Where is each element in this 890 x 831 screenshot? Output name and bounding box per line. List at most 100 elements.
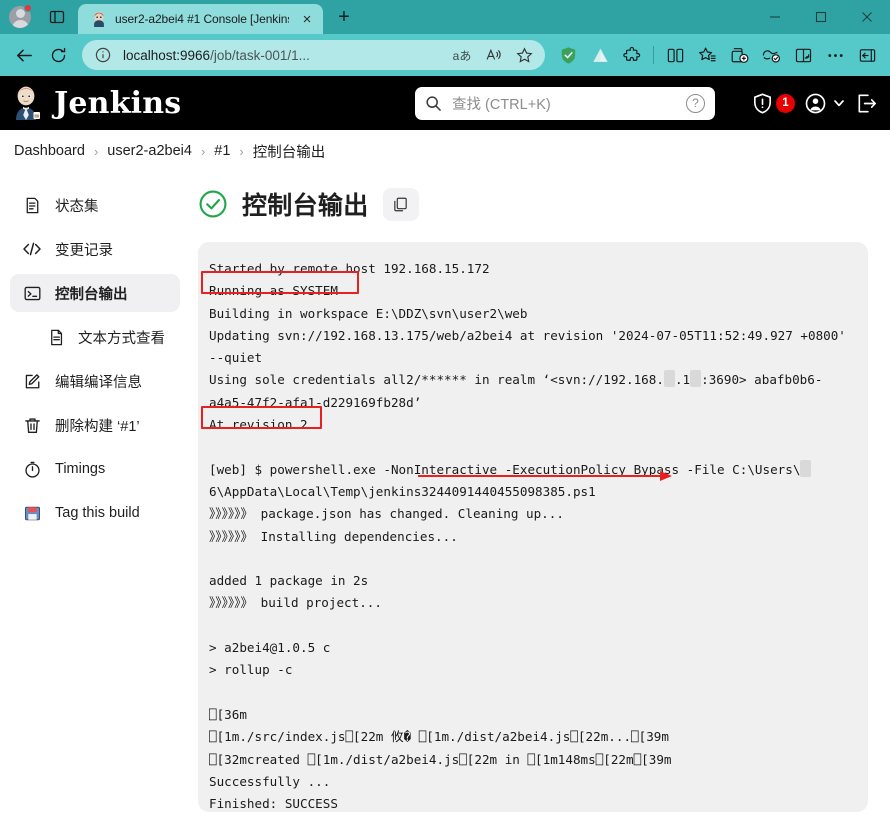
star-icon[interactable]	[513, 44, 535, 66]
sidebar-item-status[interactable]: 状态集	[10, 186, 180, 224]
split-screen-icon[interactable]	[660, 40, 690, 70]
console-line: At revision 2	[209, 417, 308, 433]
back-button[interactable]	[8, 39, 40, 71]
redaction-block	[663, 370, 675, 388]
url-host: localhost:9966	[123, 47, 211, 63]
clock-icon	[22, 459, 42, 479]
sidebar-item-label: 文本方式查看	[78, 330, 165, 347]
sidebar-item-view-as-plain-text[interactable]: 文本方式查看	[10, 318, 180, 356]
new-tab-button[interactable]: +	[329, 2, 359, 32]
console-line: added 1 package in 2s	[209, 573, 369, 589]
browser-essentials-icon[interactable]	[788, 40, 818, 70]
console-line: Using sole credentials all2/****** in re…	[209, 370, 823, 410]
sidebar-item-tag-this-build[interactable]: Tag this build	[10, 494, 180, 532]
url-path: /job/task-001/1...	[210, 47, 310, 63]
search-input[interactable]: 查找 (CTRL+K) ?	[415, 86, 715, 120]
profile-button[interactable]	[0, 0, 40, 34]
console-output-text: Started by remote host 192.168.15.172 Run…	[209, 258, 852, 812]
reload-button[interactable]	[42, 39, 74, 71]
shield-check-icon[interactable]	[553, 40, 583, 70]
browser-window: user2-a2bei4 #1 Console [Jenkins × + loc…	[0, 0, 890, 831]
sidebar-item-label: 编辑编译信息	[55, 374, 142, 391]
sidebar-item-label: 控制台输出	[55, 286, 128, 303]
jenkins-wordmark: Jenkins	[54, 85, 182, 121]
sidebar-item-timings[interactable]: Timings	[10, 450, 180, 488]
collections-icon[interactable]	[692, 40, 722, 70]
breadcrumb-separator-icon: ›	[200, 143, 206, 159]
main-content: 控制台输出 Started by remote host 192.168.15.…	[190, 172, 890, 827]
tab-actions-icon[interactable]	[40, 0, 74, 34]
add-tab-group-icon[interactable]	[724, 40, 754, 70]
console-line: Running as SYSTEM	[209, 283, 338, 299]
logout-button[interactable]	[855, 92, 878, 115]
url-text: localhost:9966/job/task-001/1...	[123, 48, 442, 63]
close-window-button[interactable]	[844, 0, 890, 34]
translate-icon[interactable]: aあ	[451, 44, 473, 66]
page-body: 状态集 变更记录 控制台输出 文本方式查看 编辑编译信息 删除构建 ‘#1’ T…	[0, 172, 890, 827]
page-header: 控制台输出	[198, 186, 868, 222]
code-brackets-icon	[22, 239, 42, 259]
search-icon	[425, 95, 442, 112]
console-line: ⎕[1m./src/index.js⎕[22m 攸� ⎕[1m./dist/a2…	[209, 729, 669, 745]
copilot-icon[interactable]	[756, 40, 786, 70]
page-title: 控制台输出	[242, 192, 369, 220]
breadcrumb-item-console[interactable]: 控制台输出	[253, 141, 326, 162]
copy-icon	[392, 196, 409, 213]
help-icon[interactable]: ?	[686, 93, 705, 113]
console-line: Started by remote host 192.168.15.172	[209, 261, 490, 276]
security-alert-button[interactable]: 1	[751, 92, 795, 115]
breadcrumb-separator-icon: ›	[239, 143, 244, 159]
chevron-down-icon[interactable]	[832, 96, 846, 110]
sidebar-item-label: 状态集	[55, 198, 99, 215]
file-text-icon	[46, 327, 66, 347]
sidebar-icon[interactable]	[852, 40, 882, 70]
sidebar-item-label: Timings	[55, 461, 106, 477]
profile-notification-dot	[24, 4, 32, 12]
terminal-icon	[22, 283, 42, 303]
copy-button[interactable]	[382, 187, 419, 221]
sidebar-item-changes[interactable]: 变更记录	[10, 230, 180, 268]
jenkins-favicon	[90, 11, 107, 28]
console-line: [web] $ powershell.exe -NonInteractive -…	[209, 459, 819, 499]
sidebar-item-label: 变更记录	[55, 242, 113, 259]
console-line: 》》》》》》 package.json has changed. Cleanin…	[209, 506, 564, 522]
maximize-button[interactable]	[798, 0, 844, 34]
console-line: > a2bei4@1.0.5 c	[209, 640, 331, 656]
console-output-panel[interactable]: Started by remote host 192.168.15.172 Run…	[198, 242, 868, 812]
browser-tab[interactable]: user2-a2bei4 #1 Console [Jenkins ×	[78, 4, 323, 34]
sidebar-item-edit-build-information[interactable]: 编辑编译信息	[10, 362, 180, 400]
breadcrumb-item-job[interactable]: user2-a2bei4	[107, 143, 192, 159]
window-controls	[752, 0, 890, 34]
toolbar-divider	[653, 46, 654, 64]
delta-icon[interactable]	[585, 40, 615, 70]
info-icon[interactable]	[92, 44, 114, 66]
redaction-block	[690, 370, 702, 388]
breadcrumb-item-build[interactable]: #1	[214, 143, 230, 159]
tab-strip: user2-a2bei4 #1 Console [Jenkins × +	[0, 0, 890, 34]
trash-icon	[22, 415, 42, 435]
console-line: 》》》》》》 build project...	[209, 595, 382, 611]
read-aloud-icon[interactable]	[482, 44, 504, 66]
browser-toolbar: localhost:9966/job/task-001/1... aあ	[0, 34, 890, 76]
sidebar-item-console-output[interactable]: 控制台输出	[10, 274, 180, 312]
console-line: ⎕[36m	[209, 706, 247, 722]
floppy-save-icon	[22, 503, 42, 523]
breadcrumb-item-dashboard[interactable]: Dashboard	[14, 143, 85, 159]
sidebar-item-delete-build[interactable]: 删除构建 ‘#1’	[10, 406, 180, 444]
edit-square-icon	[22, 371, 42, 391]
tab-title: user2-a2bei4 #1 Console [Jenkins	[115, 12, 289, 26]
jenkins-logo-link[interactable]: Jenkins	[10, 85, 415, 121]
address-bar[interactable]: localhost:9966/job/task-001/1... aあ	[82, 40, 545, 70]
settings-more-icon[interactable]	[820, 40, 850, 70]
redaction-block	[800, 459, 812, 477]
close-icon[interactable]: ×	[297, 9, 317, 29]
user-account-button[interactable]	[804, 92, 846, 115]
header-actions: 1	[751, 92, 880, 115]
search-placeholder: 查找 (CTRL+K)	[452, 96, 551, 113]
security-shield-icon	[751, 92, 774, 115]
minimize-button[interactable]	[752, 0, 798, 34]
extensions-icon[interactable]	[617, 40, 647, 70]
